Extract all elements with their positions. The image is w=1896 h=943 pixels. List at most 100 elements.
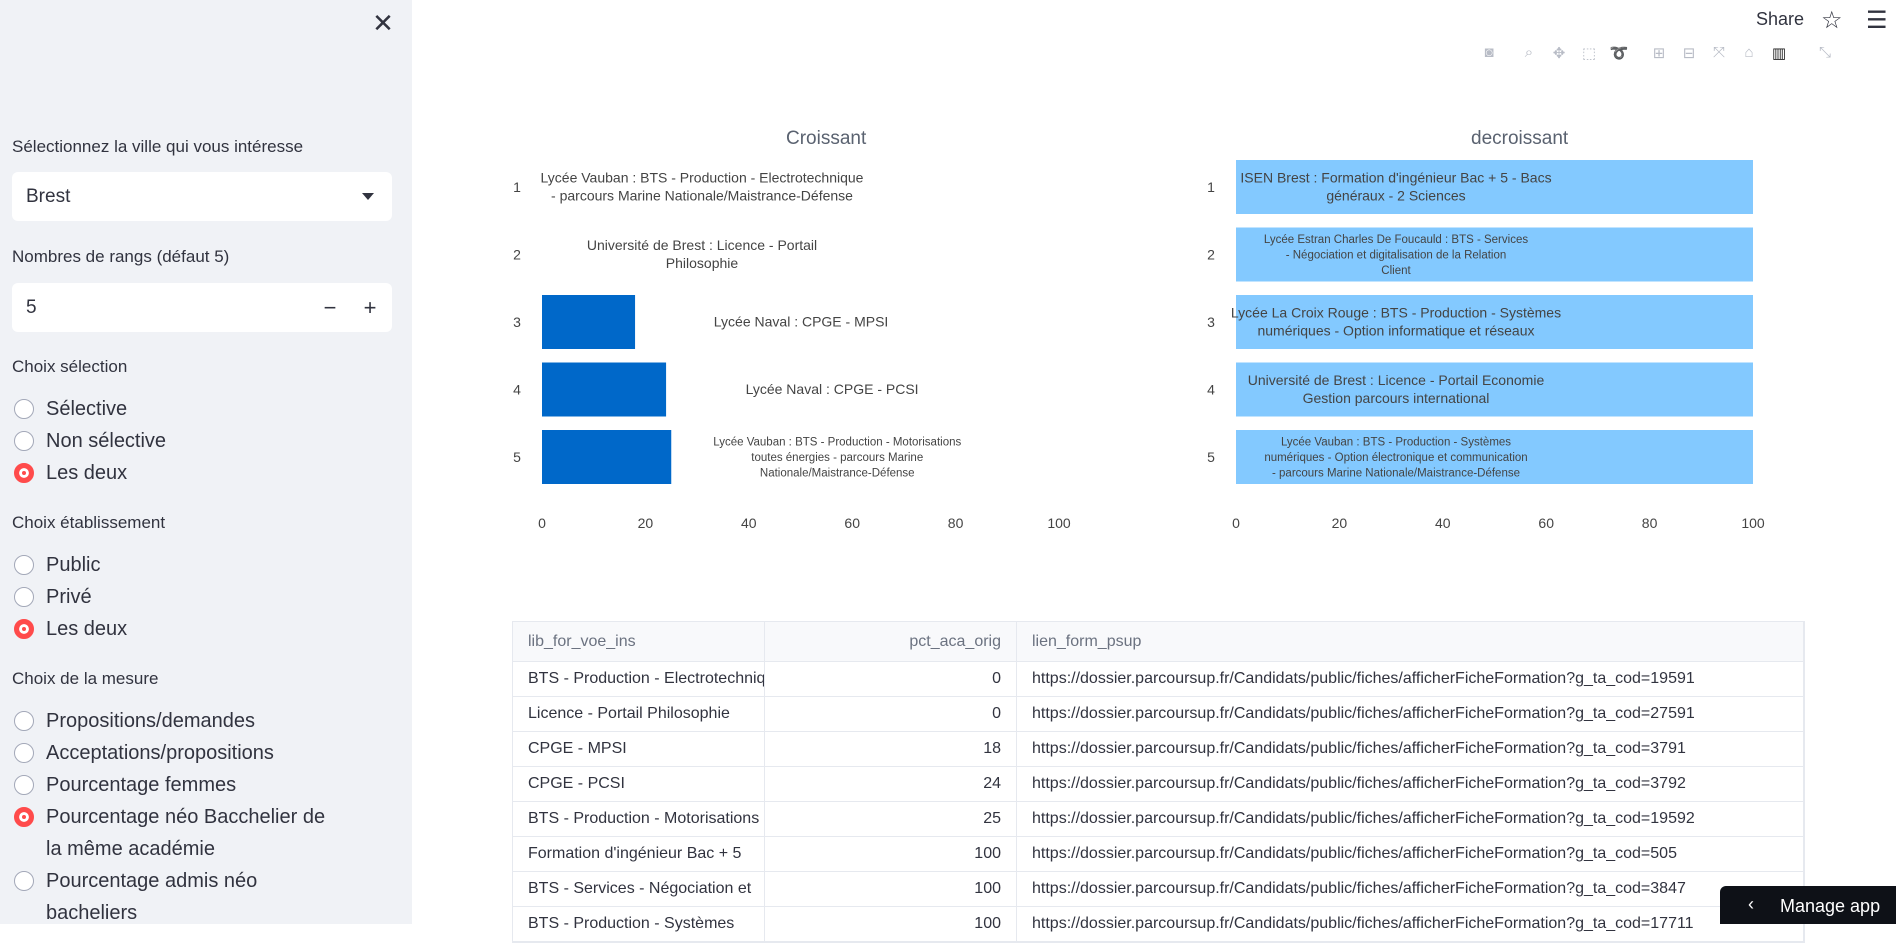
mesure-option[interactable]: Pourcentage femmes	[14, 769, 344, 801]
close-sidebar-icon[interactable]: ✕	[370, 10, 396, 36]
table-row[interactable]: BTS - Services - Négociation et 100 https:…	[513, 872, 1804, 907]
radio-circle-icon[interactable]	[14, 463, 34, 483]
table-cell: BTS - Production - Systèmes	[513, 907, 765, 941]
y-tick-label: 1	[513, 179, 521, 195]
table-header-row: lib_for_voe_ins pct_aca_orig lien_form_p…	[513, 622, 1804, 662]
table-cell: 25	[765, 802, 1017, 836]
bar	[1236, 295, 1753, 349]
column-header[interactable]: lib_for_voe_ins	[513, 622, 765, 661]
selection-option[interactable]: Les deux	[14, 457, 344, 489]
table-row[interactable]: CPGE - MPSI 18 https://dossier.parcoursup.…	[513, 732, 1804, 767]
y-tick-label: 3	[513, 314, 521, 330]
camera-icon[interactable]: ◙	[1474, 44, 1504, 62]
zoom-in-icon[interactable]: ⊞	[1644, 44, 1674, 62]
x-tick-label: 0	[1232, 515, 1240, 531]
etab-option[interactable]: Privé	[14, 581, 344, 613]
x-tick-label: 60	[1538, 515, 1554, 531]
mesure-option[interactable]: Propositions/demandes	[14, 705, 344, 737]
radio-circle-icon[interactable]	[14, 775, 34, 795]
home-icon[interactable]: ⌂	[1734, 44, 1764, 62]
selection-label: Choix sélection	[12, 357, 128, 376]
ranks-input[interactable]: 5 − +	[12, 283, 392, 332]
city-select[interactable]: Brest	[12, 172, 392, 221]
city-select-value: Brest	[26, 186, 71, 207]
bar	[1236, 430, 1753, 484]
bar-label: Lycée Vauban : BTS - Production - Motori…	[713, 436, 961, 448]
radio-circle-icon[interactable]	[14, 431, 34, 451]
table-cell: BTS - Production - Motorisations	[513, 802, 765, 836]
sidebar: ✕ Sélectionnez la ville qui vous intéres…	[0, 0, 412, 924]
mesure-option-label: Acceptations/propositions	[46, 742, 274, 764]
decrement-button[interactable]: −	[310, 283, 350, 332]
zoom-icon[interactable]: ⌕	[1514, 44, 1544, 62]
column-header[interactable]: pct_aca_orig	[765, 622, 1017, 661]
etab-label: Choix établissement	[12, 513, 166, 532]
column-header[interactable]: lien_form_psup	[1017, 622, 1804, 661]
plotly-logo-icon[interactable]: ▥	[1764, 44, 1794, 62]
fullscreen-icon[interactable]: ⤡	[1810, 44, 1840, 62]
radio-circle-icon[interactable]	[14, 399, 34, 419]
menu-icon[interactable]: ☰	[1866, 6, 1888, 35]
table-row[interactable]: CPGE - PCSI 24 https://dossier.parcoursup.…	[513, 767, 1804, 802]
chart-toolbar: ◙ ⌕ ✥ ⬚ ➰ ⊞ ⊟ ⤧ ⌂ ▥ ⤡	[1474, 44, 1840, 62]
table-cell: Formation d'ingénieur Bac + 5	[513, 837, 765, 871]
bar-label: - parcours Marine Nationale/Maistrance-D…	[1272, 467, 1520, 479]
radio-circle-icon[interactable]	[14, 555, 34, 575]
star-icon[interactable]: ☆	[1821, 6, 1843, 35]
etab-option-label: Privé	[46, 586, 92, 608]
table-cell: 24	[765, 767, 1017, 801]
etab-option-label: Les deux	[46, 618, 128, 640]
x-tick-label: 80	[1642, 515, 1658, 531]
radio-circle-icon[interactable]	[14, 587, 34, 607]
bar-label: Nationale/Maistrance-Défense	[760, 467, 915, 479]
table-row[interactable]: BTS - Production - Systèmes 100 https://do…	[513, 907, 1804, 942]
table-cell: 100	[765, 907, 1017, 941]
etab-option[interactable]: Public	[14, 549, 344, 581]
bar	[1236, 160, 1753, 214]
bar-label: Université de Brest : Licence - Portail	[587, 237, 817, 253]
pan-icon[interactable]: ✥	[1544, 44, 1574, 62]
increment-button[interactable]: +	[350, 283, 390, 332]
ranks-label: Nombres de rangs (défaut 5)	[12, 247, 230, 266]
bar-label: - parcours Marine Nationale/Maistrance-D…	[551, 188, 853, 204]
selection-option[interactable]: Sélective	[14, 393, 344, 425]
radio-circle-icon[interactable]	[14, 807, 34, 827]
x-tick-label: 100	[1741, 515, 1765, 531]
bar	[542, 295, 636, 349]
table-cell: https://dossier.parcoursup.fr/Candidats/…	[1017, 697, 1804, 731]
autoscale-icon[interactable]: ⤧	[1704, 44, 1734, 62]
mesure-option[interactable]: Pourcentage néo Bacchelier de la même ac…	[14, 801, 344, 865]
selection-option[interactable]: Non sélective	[14, 425, 344, 457]
y-tick-label: 4	[513, 382, 521, 398]
radio-circle-icon[interactable]	[14, 619, 34, 639]
table-cell: https://dossier.parcoursup.fr/Candidats/…	[1017, 907, 1804, 941]
share-button[interactable]: Share	[1756, 9, 1804, 30]
mesure-option-label: Pourcentage admis néo bacheliers	[46, 870, 258, 924]
table-row[interactable]: BTS - Production - Electrotechnique 0 http…	[513, 662, 1804, 697]
mesure-option[interactable]: Pourcentage admis néo bacheliers	[14, 865, 344, 924]
bar-label: Client	[1381, 265, 1411, 277]
lasso-icon[interactable]: ➰	[1604, 44, 1634, 62]
manage-app-button[interactable]: ‹ Manage app	[1720, 886, 1896, 924]
mesure-option[interactable]: Acceptations/propositions	[14, 737, 344, 769]
bar-label: Lycée Naval : CPGE - PCSI	[746, 381, 919, 397]
table-row[interactable]: Licence - Portail Philosophie 0 https://do…	[513, 697, 1804, 732]
table-cell: 0	[765, 662, 1017, 696]
table-row[interactable]: Formation d'ingénieur Bac + 5 100 https://…	[513, 837, 1804, 872]
etab-option-label: Public	[46, 554, 101, 576]
radio-circle-icon[interactable]	[14, 711, 34, 731]
table-cell: 0	[765, 697, 1017, 731]
radio-circle-icon[interactable]	[14, 871, 34, 891]
table-cell: 100	[765, 872, 1017, 906]
table-cell: Licence - Portail Philosophie	[513, 697, 765, 731]
zoom-out-icon[interactable]: ⊟	[1674, 44, 1704, 62]
x-tick-label: 100	[1047, 515, 1071, 531]
y-tick-label: 3	[1207, 314, 1215, 330]
bar-label: généraux - 2 Sciences	[1326, 188, 1465, 204]
bar-label: numériques - Option informatique et rése…	[1257, 323, 1534, 339]
table-row[interactable]: BTS - Production - Motorisations 25 https:…	[513, 802, 1804, 837]
box-select-icon[interactable]: ⬚	[1574, 44, 1604, 62]
mesure-option-label: Pourcentage néo Bacchelier de la même ac…	[46, 806, 326, 860]
etab-option[interactable]: Les deux	[14, 613, 344, 645]
radio-circle-icon[interactable]	[14, 743, 34, 763]
